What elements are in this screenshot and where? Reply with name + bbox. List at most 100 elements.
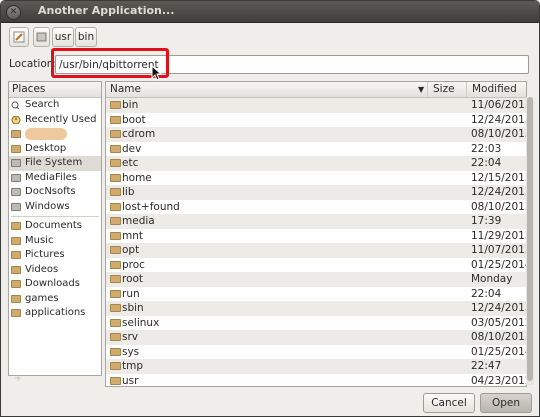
table-row[interactable]: selinux 03/05/2012: [106, 316, 526, 331]
places-header: Places: [9, 82, 101, 98]
place-search[interactable]: Search: [9, 98, 101, 113]
table-row[interactable]: boot 12/24/2013: [106, 113, 526, 128]
folder-icon: [110, 362, 121, 370]
folder-icon: [110, 144, 121, 153]
folder-icon: [110, 260, 121, 269]
file-name: tmp: [122, 360, 144, 372]
open-button[interactable]: Open: [480, 393, 532, 413]
sort-down-icon: ▼: [418, 85, 425, 94]
table-row[interactable]: media 17:39: [106, 214, 526, 229]
place-pictures[interactable]: Pictures: [9, 248, 101, 263]
path-segment-usr[interactable]: usr: [52, 27, 74, 47]
table-row[interactable]: cdrom 08/10/2013: [106, 127, 526, 142]
file-modified: 12/24/2013: [471, 113, 527, 126]
file-modified: 08/10/2013: [471, 128, 527, 140]
drive-icon: [11, 202, 21, 211]
table-row[interactable]: lost+found 08/10/2013: [106, 200, 526, 215]
file-name: proc: [122, 258, 145, 271]
blurred-username: [25, 128, 67, 140]
file-modified: 01/25/2014: [471, 345, 527, 358]
place-label: DocNsofts: [25, 186, 76, 197]
file-modified: 03/05/2012: [471, 316, 527, 329]
file-modified: 12/15/2013: [471, 171, 527, 184]
mouse-cursor-icon: [151, 65, 163, 81]
folder-icon: [11, 236, 21, 245]
vertical-scrollbar[interactable]: [526, 97, 534, 385]
table-row[interactable]: opt 11/07/2013: [106, 243, 526, 258]
path-back-button[interactable]: [33, 27, 50, 47]
table-row[interactable]: usr 04/23/2012: [106, 374, 527, 387]
file-modified: Monday: [471, 273, 513, 285]
place-applications[interactable]: applications: [9, 306, 101, 321]
place-music[interactable]: Music: [9, 234, 101, 249]
table-row[interactable]: mnt 11/29/2013: [106, 229, 526, 244]
folder-icon: [11, 265, 21, 274]
type-location-button[interactable]: [9, 27, 29, 47]
place-label: applications: [25, 307, 86, 318]
place-games[interactable]: games: [9, 292, 101, 307]
window-title: Another Application...: [38, 4, 175, 17]
folder-icon: [110, 333, 121, 341]
file-modified: 04/23/2012: [471, 374, 527, 387]
title-bar: ✕ Another Application...: [1, 1, 539, 23]
column-header-name[interactable]: Name ▼: [106, 82, 428, 97]
table-row[interactable]: sys 01/25/2014: [106, 345, 526, 360]
file-modified: 22:04: [471, 287, 502, 300]
file-rows: bin 11/06/2013 boot 12/24/2013 cdrom 08/10/20…: [106, 98, 527, 387]
folder-icon: [110, 289, 121, 298]
table-row[interactable]: home 12/15/2013: [106, 171, 526, 186]
file-modified: 08/10/2013: [471, 200, 527, 213]
file-modified: 11/06/2013: [471, 99, 527, 111]
table-row[interactable]: run 22:04: [106, 287, 526, 302]
scrollbar-thumb[interactable]: [527, 97, 533, 381]
table-row[interactable]: lib 12/24/2013: [106, 185, 526, 200]
cancel-button[interactable]: Cancel: [423, 393, 475, 413]
place-recently-used[interactable]: Recently Used: [9, 113, 101, 128]
table-row[interactable]: tmp 22:47: [106, 359, 526, 374]
file-modified: 11/07/2013: [471, 244, 527, 256]
place-label: Windows: [25, 200, 70, 212]
file-modified: 22:04: [471, 157, 502, 169]
path-segment-bin[interactable]: bin: [75, 27, 97, 47]
place-mediafiles[interactable]: MediaFiles: [9, 171, 101, 186]
folder-icon: [110, 159, 121, 167]
close-icon[interactable]: ✕: [6, 5, 21, 20]
file-name: cdrom: [122, 128, 156, 140]
file-name: dev: [122, 142, 142, 155]
place-file-system[interactable]: File System: [9, 156, 101, 171]
place-docnsofts[interactable]: DocNsofts: [9, 185, 101, 200]
place-documents[interactable]: Documents: [9, 219, 101, 234]
add-bookmark-icon[interactable]: +: [14, 373, 22, 384]
folder-icon: [11, 309, 21, 317]
home-folder-icon: [11, 130, 21, 138]
folder-icon: [11, 280, 21, 288]
column-header-size[interactable]: Size: [429, 82, 467, 97]
table-row[interactable]: root Monday: [106, 272, 526, 287]
place-videos[interactable]: Videos: [9, 263, 101, 278]
table-row[interactable]: etc 22:04: [106, 156, 526, 171]
table-row[interactable]: dev 22:03: [106, 142, 526, 157]
folder-icon: [110, 304, 121, 312]
folder-icon: [110, 318, 121, 327]
file-name: run: [122, 287, 140, 300]
folder-icon: [110, 376, 121, 385]
place-home[interactable]: [9, 127, 101, 142]
folder-icon: [110, 217, 121, 225]
folder-icon: [11, 294, 21, 303]
column-header-modified[interactable]: Modified: [468, 82, 526, 97]
file-name: mnt: [122, 229, 143, 242]
place-windows[interactable]: Windows: [9, 200, 101, 215]
column-size-label: Size: [433, 83, 455, 95]
clock-icon: [11, 115, 21, 124]
place-label: MediaFiles: [25, 171, 77, 183]
file-name: opt: [122, 244, 140, 256]
place-desktop[interactable]: Desktop: [9, 142, 101, 157]
table-row[interactable]: proc 01/25/2014: [106, 258, 526, 273]
place-downloads[interactable]: Downloads: [9, 277, 101, 292]
file-name: boot: [122, 113, 146, 126]
table-row[interactable]: bin 11/06/2013: [106, 98, 526, 113]
table-row[interactable]: sbin 12/24/2013: [106, 301, 526, 316]
file-name: sbin: [122, 302, 144, 314]
table-row[interactable]: srv 08/10/2013: [106, 330, 526, 345]
folder-icon: [110, 130, 121, 138]
